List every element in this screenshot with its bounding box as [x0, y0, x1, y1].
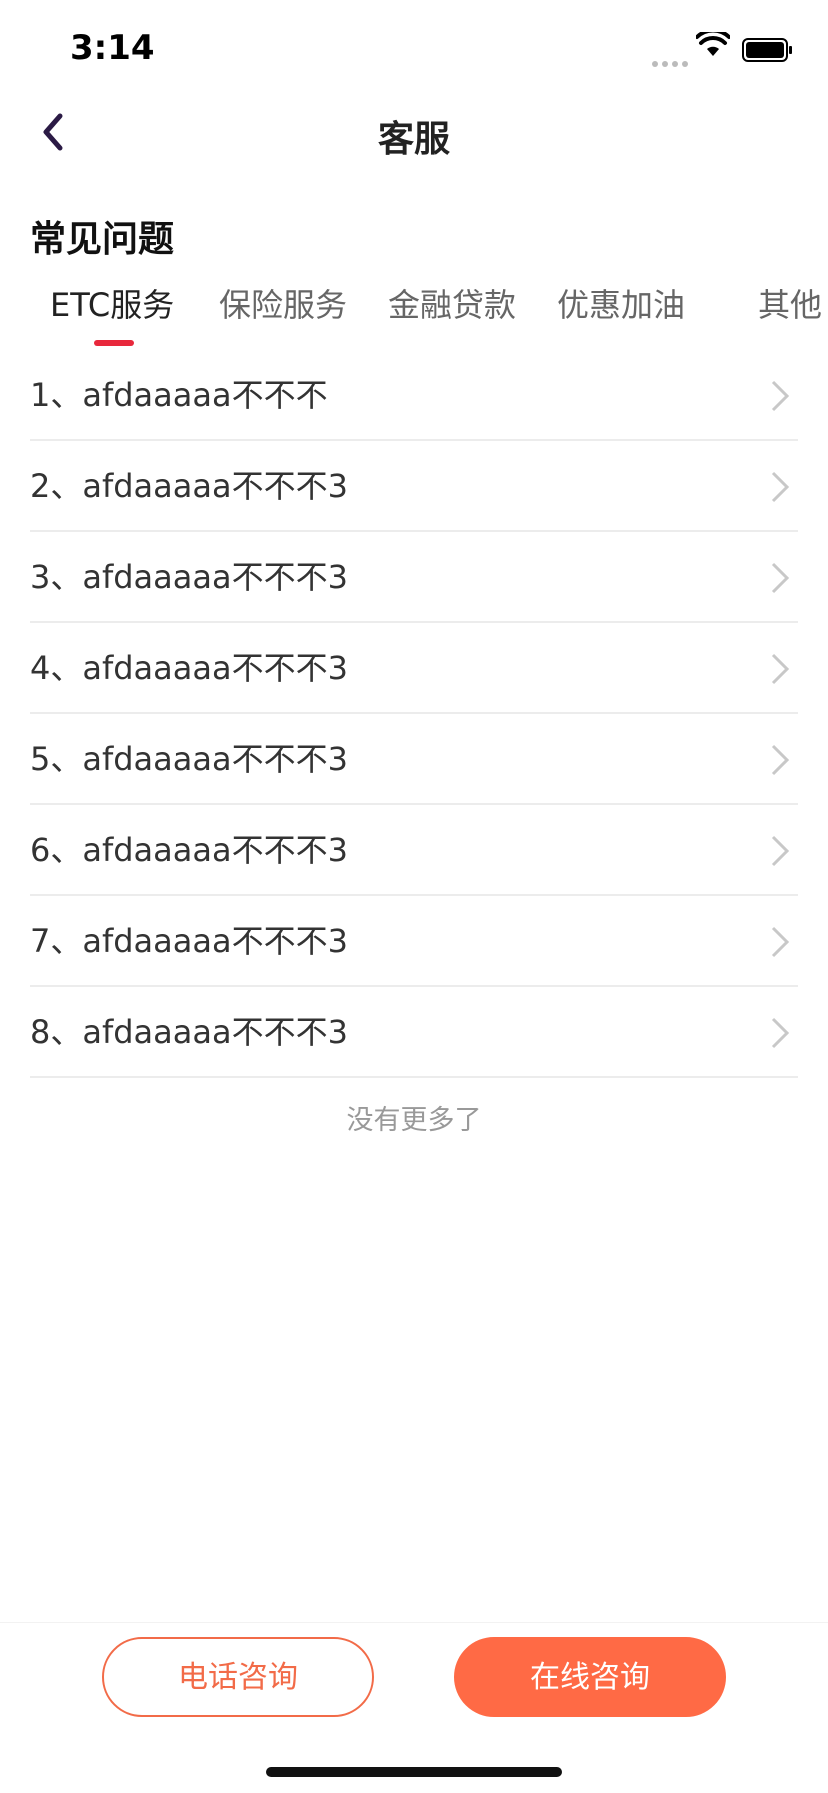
bottom-action-bar: 电话咨询 在线咨询: [0, 1622, 828, 1793]
section-title: 常见问题: [30, 219, 175, 260]
chevron-right-icon: [771, 380, 790, 412]
wifi-icon: [696, 32, 730, 56]
chevron-right-icon: [771, 653, 790, 685]
faq-item[interactable]: 1、afdaaaaa不不不: [30, 350, 798, 441]
faq-item[interactable]: 4、afdaaaaa不不不3: [30, 623, 798, 714]
faq-item-text: 4、afdaaaaa不不不3: [30, 649, 348, 687]
chevron-right-icon: [771, 1017, 790, 1049]
status-bar: 3:14: [0, 0, 828, 100]
faq-item-text: 7、afdaaaaa不不不3: [30, 922, 348, 960]
tab-fuel-discount[interactable]: 优惠加油: [557, 280, 685, 326]
faq-item-text: 2、afdaaaaa不不不3: [30, 467, 348, 505]
online-consult-button[interactable]: 在线咨询: [454, 1637, 726, 1717]
faq-item[interactable]: 2、afdaaaaa不不不3: [30, 441, 798, 532]
faq-item-text: 6、afdaaaaa不不不3: [30, 831, 348, 869]
tab-insurance-service[interactable]: 保险服务: [219, 280, 347, 326]
faq-item[interactable]: 7、afdaaaaa不不不3: [30, 896, 798, 987]
page-title: 客服: [377, 119, 450, 160]
tab-other[interactable]: 其他: [758, 280, 822, 326]
tab-finance-loan[interactable]: 金融贷款: [388, 280, 516, 326]
faq-item[interactable]: 6、afdaaaaa不不不3: [30, 805, 798, 896]
faq-item[interactable]: 3、afdaaaaa不不不3: [30, 532, 798, 623]
chevron-right-icon: [771, 835, 790, 867]
chevron-right-icon: [771, 562, 790, 594]
faq-item-text: 5、afdaaaaa不不不3: [30, 740, 348, 778]
chevron-right-icon: [771, 471, 790, 503]
tab-etc-service[interactable]: ETC服务: [50, 280, 174, 326]
chevron-right-icon: [771, 926, 790, 958]
faq-item-text: 3、afdaaaaa不不不3: [30, 558, 348, 596]
faq-item[interactable]: 8、afdaaaaa不不不3: [30, 987, 798, 1078]
phone-consult-button[interactable]: 电话咨询: [102, 1637, 374, 1717]
battery-icon: [742, 38, 792, 62]
signal-icon: [652, 52, 692, 71]
faq-list: 1、afdaaaaa不不不 2、afdaaaaa不不不3 3、afdaaaaa不…: [30, 350, 798, 1078]
nav-bar: 客服: [0, 100, 828, 166]
faq-item-text: 1、afdaaaaa不不不: [30, 376, 328, 414]
chevron-right-icon: [771, 744, 790, 776]
home-indicator[interactable]: [266, 1767, 562, 1777]
active-tab-indicator: [94, 340, 134, 346]
category-tabs: ETC服务 保险服务 金融贷款 优惠加油 其他: [0, 270, 828, 350]
status-time: 3:14: [70, 28, 155, 68]
faq-item-text: 8、afdaaaaa不不不3: [30, 1013, 348, 1051]
list-end-text: 没有更多了: [346, 1105, 482, 1136]
faq-item[interactable]: 5、afdaaaaa不不不3: [30, 714, 798, 805]
